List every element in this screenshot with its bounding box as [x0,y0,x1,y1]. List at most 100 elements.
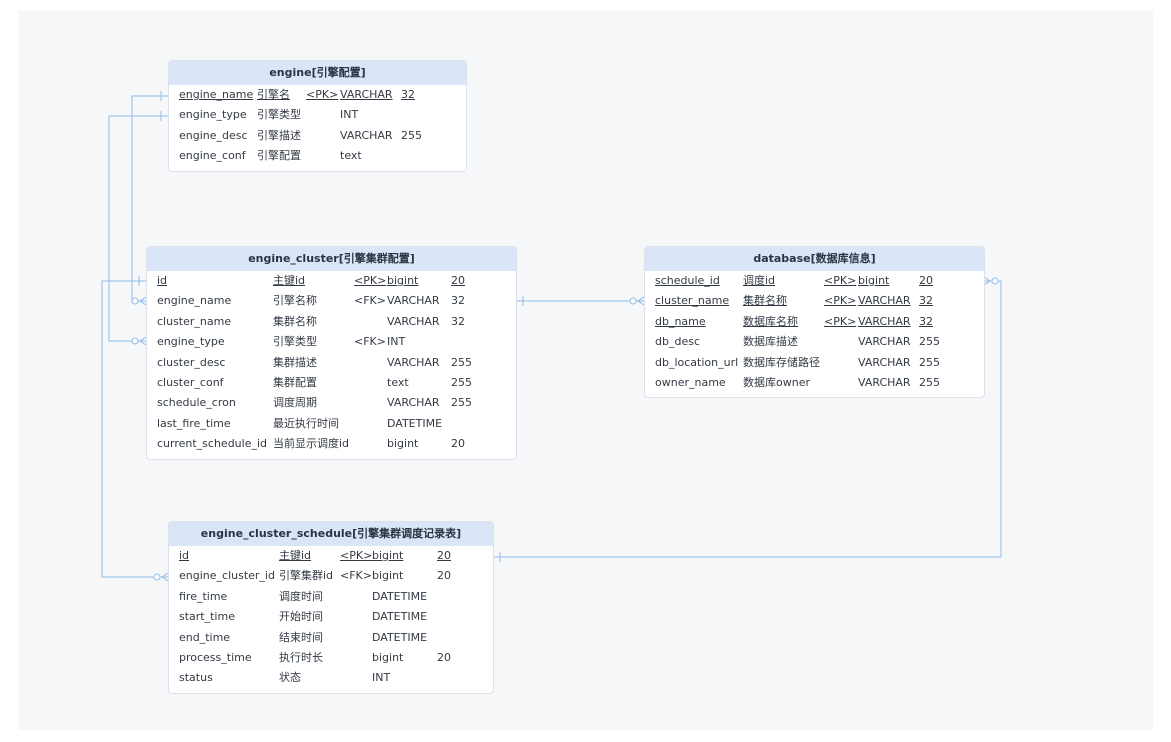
column-comment: 状态 [279,671,301,685]
column-type: INT [387,335,406,349]
column-row[interactable]: engine_type 引擎类型 INT [169,105,466,125]
column-length: 32 [401,88,415,101]
column-row[interactable]: cluster_name 集群名称 VARCHAR 32 [147,312,516,332]
column-name: cluster_name [655,294,730,308]
column-length: 20 [437,549,451,562]
column-length: 255 [451,375,472,389]
column-comment: 结束时间 [279,630,323,644]
column-row[interactable]: engine_type 引擎类型 <FK> INT [147,332,516,352]
column-type: bigint [372,650,404,664]
column-name: owner_name [655,375,726,389]
column-comment: 调度周期 [273,396,317,410]
column-key: <PK> [824,274,857,287]
table-title[interactable]: engine[引擎配置] [169,61,466,85]
column-name: engine_desc [179,128,248,142]
column-type: VARCHAR [858,294,911,308]
table-title[interactable]: database[数据库信息] [645,247,984,271]
column-key: <FK> [354,335,386,349]
column-row[interactable]: db_desc 数据库描述 VARCHAR 255 [645,332,984,352]
column-type: bigint [858,274,890,287]
column-name: current_schedule_id [157,437,268,451]
column-name: start_time [179,610,235,624]
column-type: DATETIME [372,589,428,603]
column-comment: 数据库描述 [743,335,798,349]
column-length: 32 [919,314,933,328]
column-row[interactable]: engine_desc 引擎描述 VARCHAR 255 [169,126,466,146]
column-name: engine_type [179,108,247,122]
column-list: id 主键id <PK> bigint 20 engine_cluster_id 引擎集群i… [169,546,493,693]
column-row[interactable]: schedule_cron 调度周期 VARCHAR 255 [147,393,516,413]
column-row[interactable]: cluster_name 集群名称 <PK> VARCHAR 32 [645,291,984,311]
column-name: schedule_id [655,274,720,287]
column-length: 20 [437,650,451,664]
column-row[interactable]: end_time 结束时间 DATETIME [169,628,493,648]
column-name: cluster_desc [157,355,226,369]
column-key: <PK> [824,314,857,328]
column-type: VARCHAR [858,355,911,369]
column-row[interactable]: start_time 开始时间 DATETIME [169,607,493,627]
column-row[interactable]: id 主键id <PK> bigint 20 [169,546,493,566]
column-row[interactable]: engine_conf 引擎配置 text [169,146,466,166]
column-type: VARCHAR [387,314,440,328]
column-length: 20 [451,437,465,451]
column-row[interactable]: db_name 数据库名称 <PK> VARCHAR 32 [645,312,984,332]
table-database[interactable]: database[数据库信息] schedule_id 调度id <PK> bigint… [644,246,985,399]
column-list: schedule_id 调度id <PK> bigint 20 cluster_name 集… [645,271,984,397]
column-length: 32 [919,294,933,308]
column-type: bigint [372,549,404,562]
column-row[interactable]: cluster_desc 集群描述 VARCHAR 255 [147,353,516,373]
column-length: 20 [437,569,451,583]
column-key: <FK> [354,294,386,308]
column-key: <PK> [306,88,339,101]
column-key: <PK> [824,294,857,308]
column-length: 255 [919,335,940,349]
column-row[interactable]: owner_name 数据库owner VARCHAR 255 [645,373,984,393]
column-length: 255 [919,375,940,389]
column-comment: 集群描述 [273,355,317,369]
column-name: end_time [179,630,231,644]
column-name: id [179,549,190,562]
column-row[interactable]: engine_cluster_id 引擎集群id <FK> bigint 20 [169,566,493,586]
column-type: VARCHAR [858,314,911,328]
column-row[interactable]: fire_time 调度时间 DATETIME [169,587,493,607]
column-length: 255 [919,355,940,369]
column-comment: 引擎名称 [273,294,317,308]
column-row[interactable]: process_time 执行时长 bigint 20 [169,648,493,668]
table-engine[interactable]: engine[引擎配置] engine_name 引擎名 <PK> VARCHAR 32e… [168,60,467,172]
column-comment: 执行时长 [279,650,323,664]
column-type: VARCHAR [340,128,393,142]
column-row[interactable]: last_fire_time 最近执行时间 DATETIME [147,414,516,434]
column-row[interactable]: schedule_id 调度id <PK> bigint 20 [645,271,984,291]
column-comment: 数据库owner [743,375,810,389]
column-type: DATETIME [387,416,443,430]
column-row[interactable]: cluster_conf 集群配置 text 255 [147,373,516,393]
column-row[interactable]: current_schedule_id 当前显示调度id bigint 20 [147,434,516,454]
column-name: db_desc [655,335,700,349]
column-row[interactable]: engine_name 引擎名 <PK> VARCHAR 32 [169,85,466,105]
column-name: last_fire_time [157,416,231,430]
column-length: 20 [919,274,933,287]
column-type: VARCHAR [858,335,911,349]
column-row[interactable]: db_location_url 数据库存储路径 VARCHAR 255 [645,353,984,373]
table-engine-cluster-schedule[interactable]: engine_cluster_schedule[引擎集群调度记录表] id 主键id… [168,521,494,694]
table-title[interactable]: engine_cluster[引擎集群配置] [147,247,516,271]
column-name: db_name [655,314,706,328]
column-name: db_location_url [655,355,739,369]
column-row[interactable]: id 主键id <PK> bigint 20 [147,271,516,291]
column-comment: 调度id [743,274,776,287]
table-engine-cluster[interactable]: engine_cluster[引擎集群配置] id 主键id <PK> bigint 20… [146,246,517,460]
column-comment: 引擎集群id [279,569,334,583]
table-title[interactable]: engine_cluster_schedule[引擎集群调度记录表] [169,522,493,546]
column-key: <PK> [354,274,387,287]
column-comment: 集群配置 [273,375,317,389]
column-length: 255 [401,128,422,142]
column-type: text [387,375,409,389]
column-type: VARCHAR [387,396,440,410]
column-row[interactable]: engine_name 引擎名称 <FK> VARCHAR 32 [147,291,516,311]
column-comment: 调度时间 [279,589,323,603]
column-comment: 数据库名称 [743,314,798,328]
column-length: 255 [451,355,472,369]
column-row[interactable]: status 状态 INT [169,668,493,688]
column-comment: 引擎类型 [257,108,301,122]
column-comment: 引擎描述 [257,128,301,142]
